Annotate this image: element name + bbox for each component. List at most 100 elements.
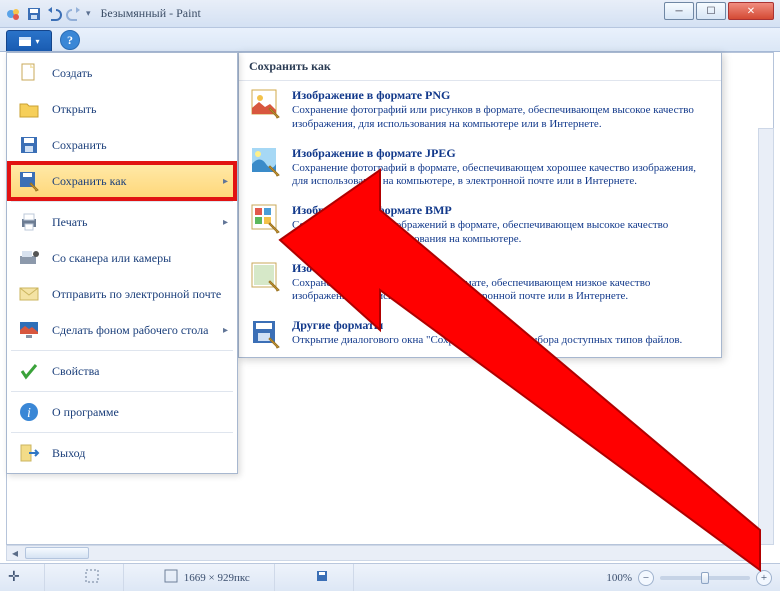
cursor-pos-icon: ✛	[8, 569, 20, 586]
status-selection	[85, 564, 124, 591]
ribbon-bar: ▾ ?	[0, 28, 780, 52]
app-icon	[6, 6, 22, 22]
save-as-item-desc: Сохранение простых рисунков в формате, о…	[292, 277, 710, 305]
menu-divider	[11, 201, 233, 202]
email-icon	[16, 281, 42, 307]
desktop-icon	[16, 317, 42, 343]
save-as-jpeg[interactable]: Изображение в формате JPEG Сохранение фо…	[239, 139, 721, 197]
menu-label: Сделать фоном рабочего стола	[52, 323, 213, 338]
menu-item-scanner[interactable]: Со сканера или камеры	[9, 240, 235, 276]
scroll-left-icon[interactable]: ◂	[7, 546, 23, 560]
maximize-button[interactable]: ☐	[696, 2, 726, 20]
save-as-item-desc: Сохранение любых изображений в формате, …	[292, 219, 710, 247]
save-as-gif[interactable]: Изображение в формате GIF Сохранение про…	[239, 254, 721, 312]
menu-divider	[11, 432, 233, 433]
gif-icon	[250, 261, 282, 293]
menu-item-save[interactable]: Сохранить	[9, 127, 235, 163]
chevron-right-icon: ▸	[223, 217, 228, 228]
menu-label: Свойства	[52, 364, 228, 379]
save-as-icon	[16, 168, 42, 194]
menu-label: Открыть	[52, 102, 228, 117]
menu-label: Со сканера или камеры	[52, 251, 228, 266]
minimize-button[interactable]: ─	[664, 2, 694, 20]
save-as-header: Сохранить как	[239, 53, 721, 81]
chevron-down-icon: ▾	[35, 37, 39, 46]
open-icon	[16, 96, 42, 122]
close-button[interactable]: ✕	[728, 2, 774, 20]
save-as-item-title: Изображение в формате GIF	[292, 261, 710, 276]
zoom-text: 100%	[606, 572, 632, 584]
chevron-right-icon: ▸	[223, 325, 228, 336]
quick-access-toolbar: ▾	[6, 6, 91, 22]
save-as-item-desc: Сохранение фотографий или рисунков в фор…	[292, 104, 710, 132]
save-as-item-desc: Открытие диалогового окна "Сохранить как…	[292, 334, 710, 348]
window-title: Безымянный - Paint	[101, 6, 201, 21]
svg-text:i: i	[27, 406, 31, 421]
menu-item-properties[interactable]: Свойства	[9, 353, 235, 389]
status-filesize	[315, 564, 354, 591]
print-icon	[16, 209, 42, 235]
status-dimensions: 1669 × 929пкс	[164, 564, 275, 591]
menu-item-about[interactable]: i О программе	[9, 394, 235, 430]
save-as-item-title: Изображение в формате JPEG	[292, 146, 710, 161]
scroll-right-icon[interactable]: ▸	[737, 546, 753, 560]
menu-item-desktop-bg[interactable]: Сделать фоном рабочего стола ▸	[9, 312, 235, 348]
jpeg-icon	[250, 146, 282, 178]
save-as-png[interactable]: Изображение в формате PNG Сохранение фот…	[239, 81, 721, 139]
save-as-item-title: Другие форматы	[292, 318, 710, 333]
status-cursor: ✛	[8, 564, 45, 591]
scanner-icon	[16, 245, 42, 271]
other-formats-icon	[250, 318, 282, 350]
zoom-slider-thumb[interactable]	[701, 572, 709, 584]
dimensions-text: 1669 × 929пкс	[184, 572, 250, 584]
bmp-icon	[250, 203, 282, 235]
exit-icon	[16, 440, 42, 466]
vertical-scrollbar[interactable]	[758, 128, 774, 545]
info-icon: i	[16, 399, 42, 425]
help-button[interactable]: ?	[60, 30, 80, 50]
save-as-submenu: Сохранить как Изображение в формате PNG …	[238, 52, 722, 358]
chevron-right-icon: ▸	[223, 176, 228, 187]
menu-label: Создать	[52, 66, 228, 81]
save-as-item-title: Изображение в формате BMP	[292, 203, 710, 218]
save-as-item-title: Изображение в формате PNG	[292, 88, 710, 103]
menu-item-open[interactable]: Открыть	[9, 91, 235, 127]
horizontal-scrollbar[interactable]: ◂ ▸	[6, 545, 754, 561]
save-icon	[16, 132, 42, 158]
scrollbar-thumb[interactable]	[25, 547, 89, 559]
dimensions-icon	[164, 569, 178, 586]
menu-label: О программе	[52, 405, 228, 420]
redo-icon[interactable]	[66, 6, 82, 22]
save-icon[interactable]	[26, 6, 42, 22]
zoom-slider[interactable]	[660, 576, 750, 580]
disk-icon	[315, 569, 329, 586]
file-icon	[18, 35, 32, 47]
window-controls: ─ ☐ ✕	[664, 2, 774, 20]
undo-icon[interactable]	[46, 6, 62, 22]
menu-label: Выход	[52, 446, 228, 461]
save-as-other[interactable]: Другие форматы Открытие диалогового окна…	[239, 311, 721, 357]
save-as-bmp[interactable]: Изображение в формате BMP Сохранение люб…	[239, 196, 721, 254]
zoom-controls: 100% − +	[606, 570, 772, 586]
properties-icon	[16, 358, 42, 384]
menu-item-save-as[interactable]: Сохранить как ▸	[9, 163, 235, 199]
status-bar: ✛ 1669 × 929пкс 100% − +	[0, 563, 780, 591]
menu-item-print[interactable]: Печать ▸	[9, 204, 235, 240]
menu-divider	[11, 391, 233, 392]
zoom-out-button[interactable]: −	[638, 570, 654, 586]
new-icon	[16, 60, 42, 86]
file-tab[interactable]: ▾	[6, 30, 52, 51]
menu-label: Сохранить как	[52, 174, 213, 189]
qat-dropdown-icon[interactable]: ▾	[86, 8, 91, 19]
menu-item-email[interactable]: Отправить по электронной почте	[9, 276, 235, 312]
save-as-item-desc: Сохранение фотографий в формате, обеспеч…	[292, 162, 710, 190]
menu-item-exit[interactable]: Выход	[9, 435, 235, 471]
menu-item-new[interactable]: Создать	[9, 55, 235, 91]
menu-label: Печать	[52, 215, 213, 230]
selection-icon	[85, 569, 99, 586]
menu-label: Отправить по электронной почте	[52, 287, 228, 302]
menu-divider	[11, 350, 233, 351]
png-icon	[250, 88, 282, 120]
zoom-in-button[interactable]: +	[756, 570, 772, 586]
menu-label: Сохранить	[52, 138, 228, 153]
